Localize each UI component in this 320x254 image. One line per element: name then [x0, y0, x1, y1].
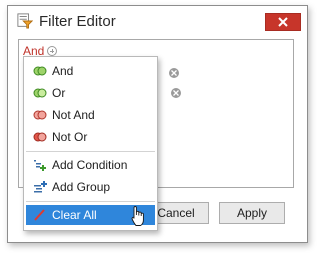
menu-item-label: Not Or — [52, 130, 88, 144]
title-bar: Filter Editor — [8, 6, 307, 36]
menu-item-add-condition[interactable]: Add Condition — [26, 155, 155, 175]
filter-editor-icon — [17, 13, 33, 29]
not-and-group-icon — [33, 110, 47, 120]
window-title: Filter Editor — [39, 13, 116, 30]
menu-item-or[interactable]: Or — [26, 83, 155, 103]
not-or-group-icon — [33, 132, 47, 142]
remove-condition-icon[interactable] — [169, 68, 179, 78]
close-icon — [278, 17, 288, 27]
menu-item-label: Not And — [52, 108, 95, 122]
add-item-icon[interactable] — [47, 46, 57, 56]
menu-item-not-or[interactable]: Not Or — [26, 127, 155, 147]
menu-item-label: And — [52, 64, 74, 78]
menu-item-label: Clear All — [52, 208, 97, 222]
menu-item-label: Or — [52, 86, 66, 100]
clear-all-icon — [34, 209, 45, 221]
and-group-icon — [33, 66, 47, 76]
add-group-icon — [34, 181, 47, 193]
apply-button[interactable]: Apply — [219, 202, 285, 224]
menu-separator — [26, 151, 155, 152]
group-operator-menu: And Or Not And Not Or Add Condition Add … — [23, 56, 158, 231]
menu-item-label: Add Condition — [52, 158, 128, 172]
menu-separator — [26, 201, 155, 202]
remove-condition-icon[interactable] — [171, 88, 181, 98]
add-condition-icon — [34, 160, 46, 171]
or-group-icon — [33, 88, 47, 98]
menu-item-and[interactable]: And — [26, 61, 155, 81]
menu-item-add-group[interactable]: Add Group — [26, 177, 155, 197]
close-button[interactable] — [265, 13, 301, 31]
menu-item-label: Add Group — [52, 180, 111, 194]
menu-item-not-and[interactable]: Not And — [26, 105, 155, 125]
mouse-cursor-icon — [131, 206, 144, 226]
